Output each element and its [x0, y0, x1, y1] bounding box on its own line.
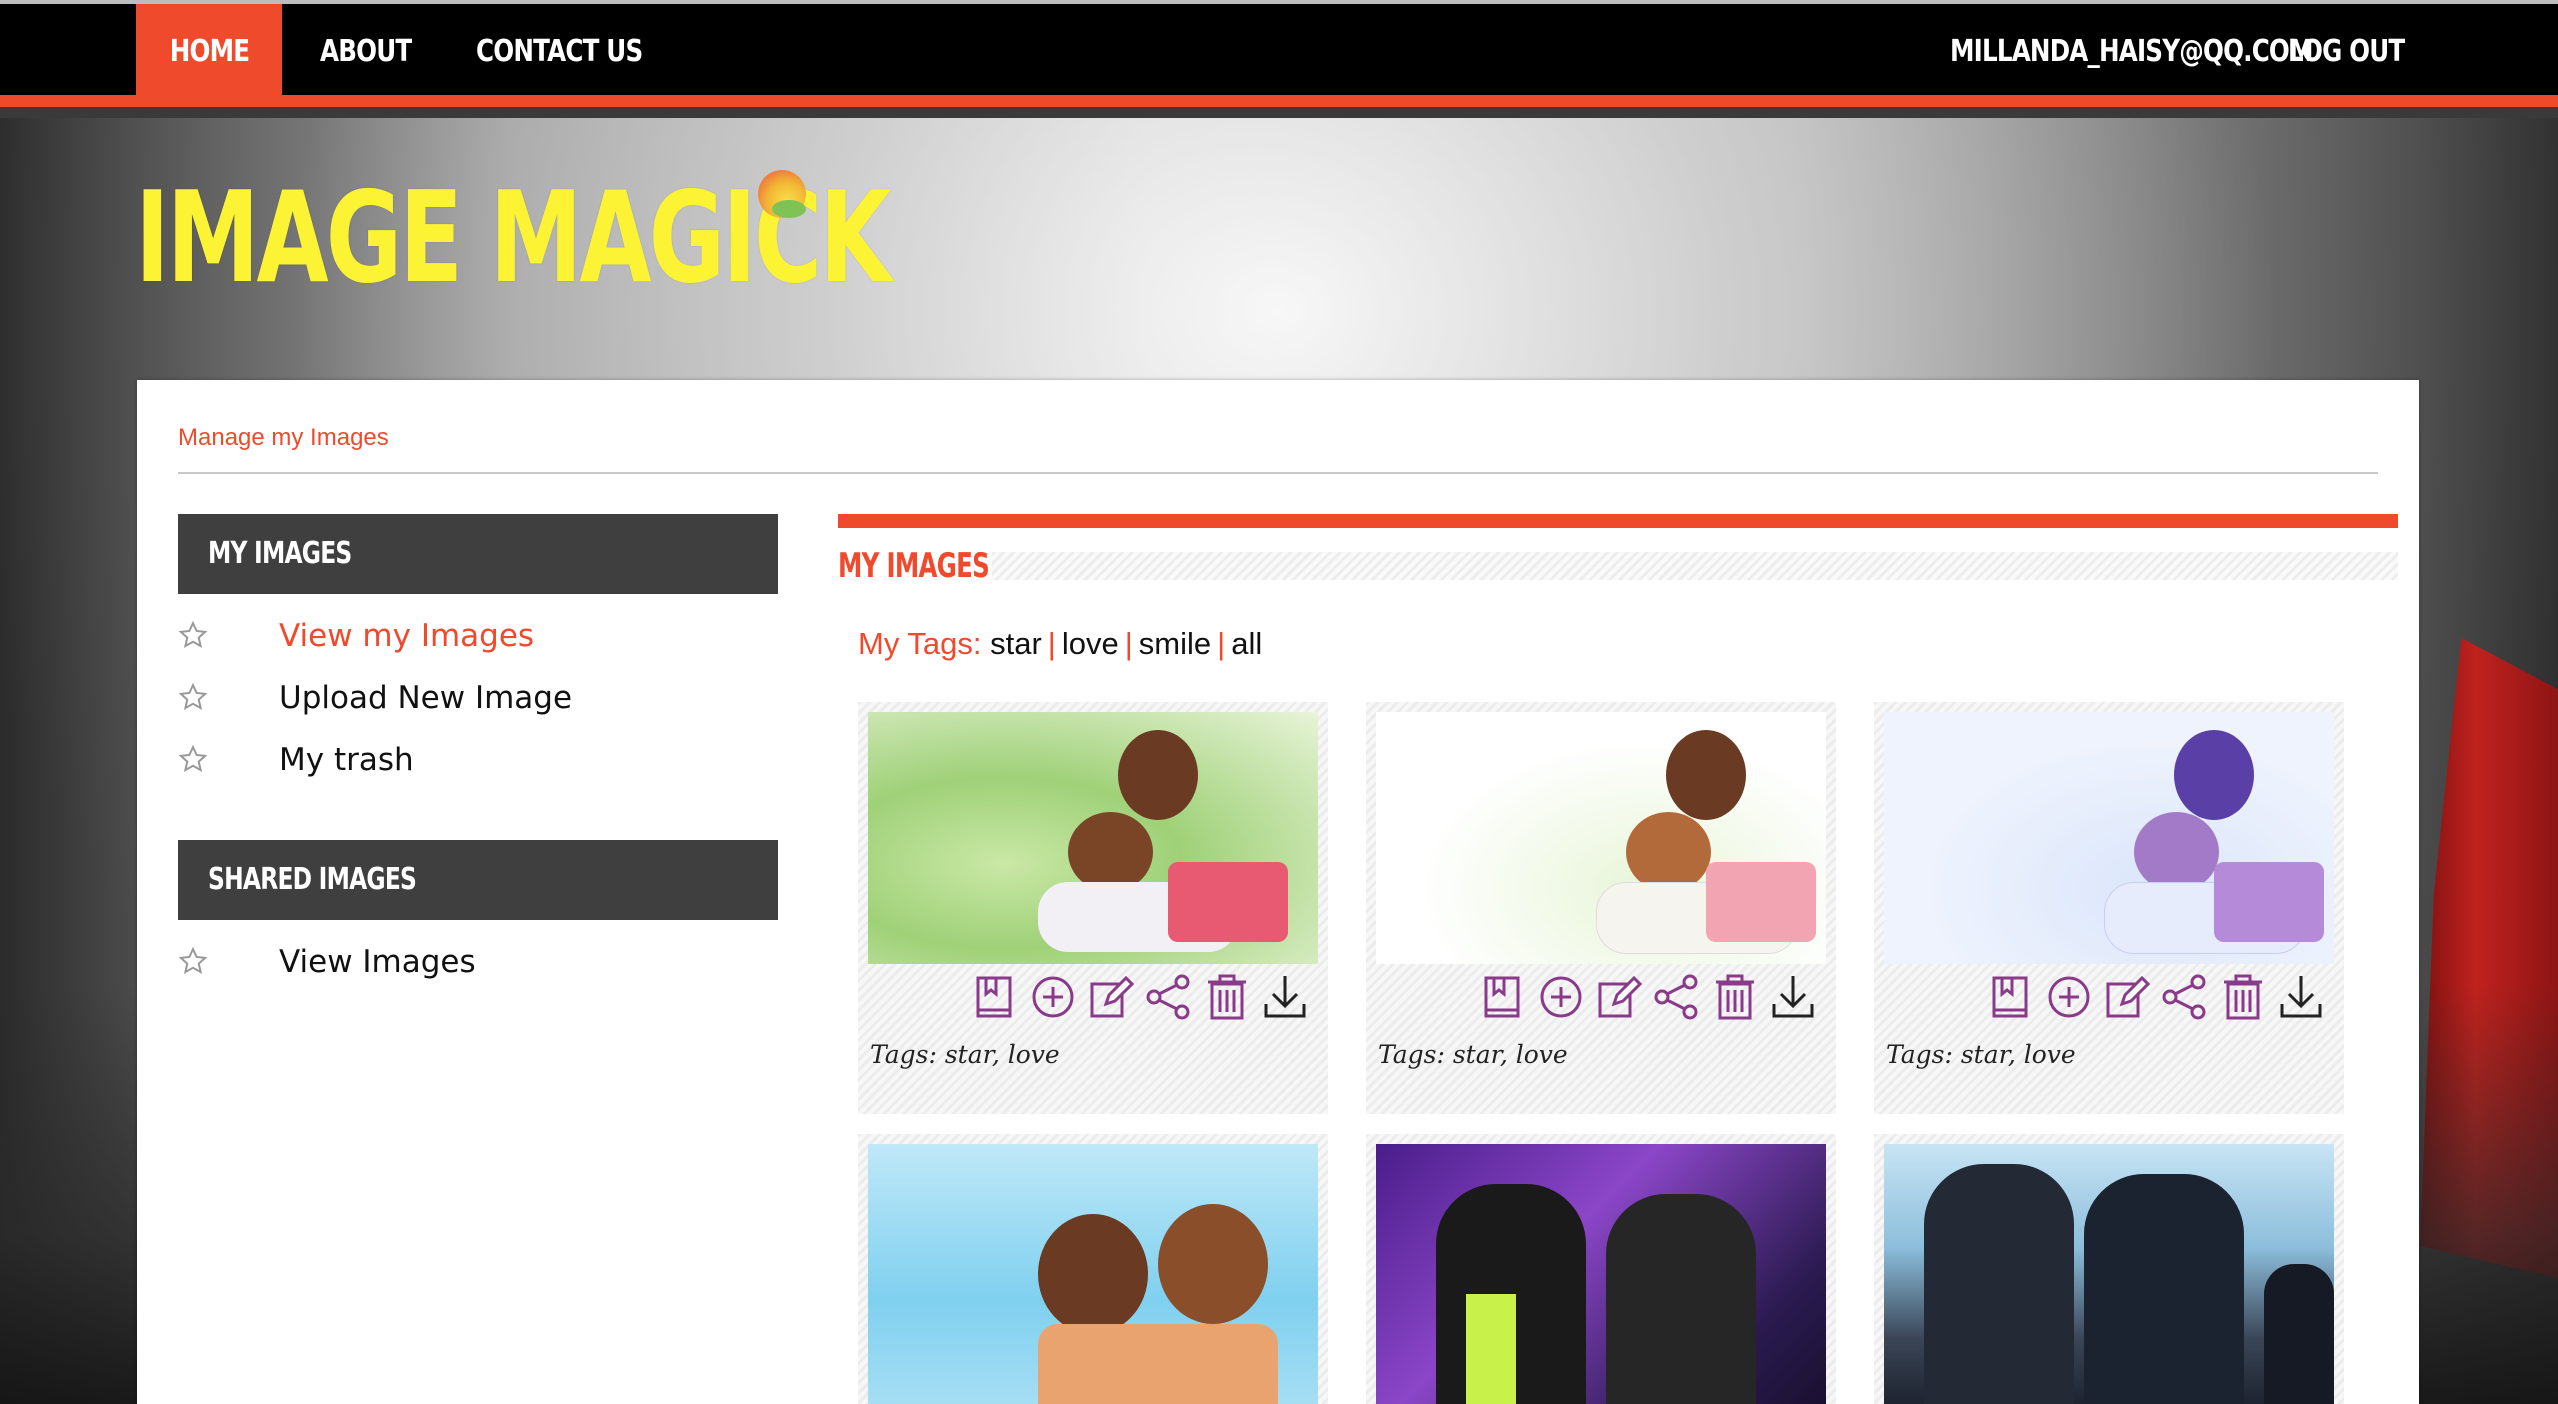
plus-circle-icon[interactable] [1028, 972, 1078, 1022]
image-thumbnail[interactable] [1376, 1144, 1826, 1404]
sidebar-item-label: View my Images [279, 618, 535, 654]
edit-icon[interactable] [2102, 972, 2152, 1022]
tag-star[interactable]: star [990, 626, 1042, 661]
sidebar-item-label: Upload New Image [279, 680, 573, 716]
nav-about[interactable]: ABOUT [320, 4, 412, 95]
plus-circle-icon[interactable] [2044, 972, 2094, 1022]
tag-all[interactable]: all [1231, 626, 1262, 661]
card-action-toolbar [1478, 972, 1818, 1024]
nav-home[interactable]: HOME [136, 4, 282, 95]
image-card [858, 1134, 1328, 1404]
nav-contact[interactable]: CONTACT US [476, 4, 643, 95]
download-icon[interactable] [1768, 972, 1818, 1022]
image-card [1366, 1134, 1836, 1404]
share-icon[interactable] [1652, 972, 1702, 1022]
main-title: MY IMAGES [838, 546, 990, 586]
image-tags: Tags: star, love [1378, 1040, 1568, 1069]
image-card: Tags: star, love [1366, 702, 1836, 1114]
tag-separator: | [1217, 626, 1226, 661]
share-icon[interactable] [2160, 972, 2210, 1022]
edit-icon[interactable] [1086, 972, 1136, 1022]
image-tags: Tags: star, love [1886, 1040, 2076, 1069]
image-thumbnail[interactable] [868, 712, 1318, 964]
plus-circle-icon[interactable] [1536, 972, 1586, 1022]
sidebar-item-label: My trash [279, 742, 414, 778]
tag-love[interactable]: love [1062, 626, 1119, 661]
sidebar-header-shared-images: SHARED IMAGES [178, 840, 778, 920]
title-hatch-rule [992, 552, 2398, 580]
book-icon[interactable] [1478, 972, 1528, 1022]
book-icon[interactable] [1986, 972, 2036, 1022]
image-tags: Tags: star, love [870, 1040, 1060, 1069]
top-navbar: HOME ABOUT CONTACT US MILLANDA_HAISY@QQ.… [0, 0, 2558, 107]
image-card: Tags: star, love [858, 702, 1328, 1114]
star-icon [178, 620, 208, 648]
tag-smile[interactable]: smile [1139, 626, 1211, 661]
image-thumbnail[interactable] [1884, 712, 2334, 964]
download-icon[interactable] [2276, 972, 2326, 1022]
book-icon[interactable] [970, 972, 1020, 1022]
trash-icon[interactable] [1710, 972, 1760, 1022]
image-thumbnail[interactable] [1376, 712, 1826, 964]
card-action-toolbar [1986, 972, 2326, 1024]
breadcrumb-divider [178, 472, 2378, 474]
breadcrumb[interactable]: Manage my Images [178, 424, 389, 452]
my-tags-label: My Tags: [858, 626, 982, 661]
image-thumbnail[interactable] [868, 1144, 1318, 1404]
share-icon[interactable] [1144, 972, 1194, 1022]
sidebar-item-view-images[interactable]: View Images [178, 944, 778, 984]
download-icon[interactable] [1260, 972, 1310, 1022]
image-card: Tags: star, love [1874, 702, 2344, 1114]
my-tags-bar: My Tags: star | love | smile | all [858, 626, 1262, 662]
trash-icon[interactable] [1202, 972, 1252, 1022]
tag-separator: | [1124, 626, 1133, 661]
logo-bulb-icon [758, 170, 806, 218]
star-icon [178, 744, 208, 772]
tag-separator: | [1047, 626, 1056, 661]
star-icon [178, 682, 208, 710]
sidebar-header-my-images: MY IMAGES [178, 514, 778, 594]
trash-icon[interactable] [2218, 972, 2268, 1022]
flag-decoration [2420, 638, 2558, 1278]
sidebar-item-label: View Images [279, 944, 476, 980]
sidebar-item-upload-new-image[interactable]: Upload New Image [178, 680, 778, 720]
sidebar-item-view-my-images[interactable]: View my Images [178, 618, 778, 658]
edit-icon[interactable] [1594, 972, 1644, 1022]
sidebar-item-my-trash[interactable]: My trash [178, 742, 778, 782]
card-action-toolbar [970, 972, 1310, 1024]
star-icon [178, 946, 208, 974]
image-card [1874, 1134, 2344, 1404]
logout-link[interactable]: LOG OUT [2288, 4, 2405, 95]
image-thumbnail[interactable] [1884, 1144, 2334, 1404]
main-accent-bar [838, 514, 2398, 528]
user-email-link[interactable]: MILLANDA_HAISY@QQ.COM [1950, 4, 2314, 95]
